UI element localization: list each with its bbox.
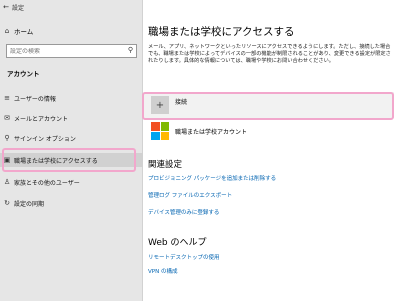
link-export-logs[interactable]: 管理ログ ファイルのエクスポート (148, 191, 232, 199)
sidebar-item-family[interactable]: ♙ 家族とその他のユーザー (0, 175, 143, 189)
people-icon: ♙ (3, 178, 11, 186)
web-help-title: Web のヘルプ (148, 238, 207, 248)
search-icon[interactable]: ⚲ (128, 46, 133, 54)
user-info-icon: ≡ (4, 94, 10, 102)
sidebar-item-label: ホーム (14, 28, 34, 36)
sidebar-item-label: 設定の同期 (14, 200, 45, 208)
title-bar: ← 設定 (0, 0, 143, 14)
link-vpn-config[interactable]: VPN の構成 (148, 267, 177, 275)
mail-icon: ✉ (4, 114, 10, 122)
search-input[interactable] (10, 47, 120, 55)
page-title: 職場または学校にアクセスする (148, 26, 295, 38)
sidebar-item-home[interactable]: ⌂ ホーム (0, 24, 143, 38)
sidebar-item-user-info[interactable]: ≡ ユーザーの情報 (0, 91, 143, 105)
main-content: 職場または学校にアクセスする メール、アプリ、ネットワークといったリソースにアク… (144, 0, 400, 301)
search-box[interactable]: ⚲ (6, 44, 137, 58)
account-label: 職場または学校アカウント (175, 128, 248, 136)
highlight-box-connect (142, 92, 394, 120)
sidebar-item-label: メールとアカウント (14, 115, 69, 123)
sidebar-item-label: 家族とその他のユーザー (14, 179, 80, 187)
highlight-box-sidebar (2, 148, 136, 172)
section-title: アカウント (7, 70, 40, 78)
sidebar-item-sign-in-options[interactable]: ⚲ サインイン オプション (0, 131, 143, 145)
window-title: 設定 (12, 4, 25, 12)
page-description: メール、アプリ、ネットワークといったリソースにアクセスできるようにします。ただし… (148, 44, 391, 65)
link-device-management-only[interactable]: デバイス管理のみに登録する (148, 208, 219, 216)
sidebar-item-label: ユーザーの情報 (14, 95, 56, 103)
home-icon: ⌂ (4, 27, 10, 35)
work-school-account-item[interactable]: 職場または学校アカウント (151, 122, 247, 140)
sidebar-item-mail-accounts[interactable]: ✉ メールとアカウント (0, 111, 143, 125)
link-remote-desktop[interactable]: リモートデスクトップの使用 (148, 253, 220, 261)
sidebar-item-sync[interactable]: ↻ 設定の同期 (0, 196, 143, 210)
related-settings-title: 関連設定 (148, 160, 183, 170)
microsoft-logo-icon (151, 122, 169, 140)
sync-icon: ↻ (4, 199, 10, 207)
key-icon: ⚲ (4, 134, 10, 142)
back-arrow-icon[interactable]: ← (0, 3, 12, 11)
link-provisioning-package[interactable]: プロビジョニング パッケージを追加または削除する (148, 174, 276, 182)
sidebar-item-label: サインイン オプション (14, 135, 76, 143)
